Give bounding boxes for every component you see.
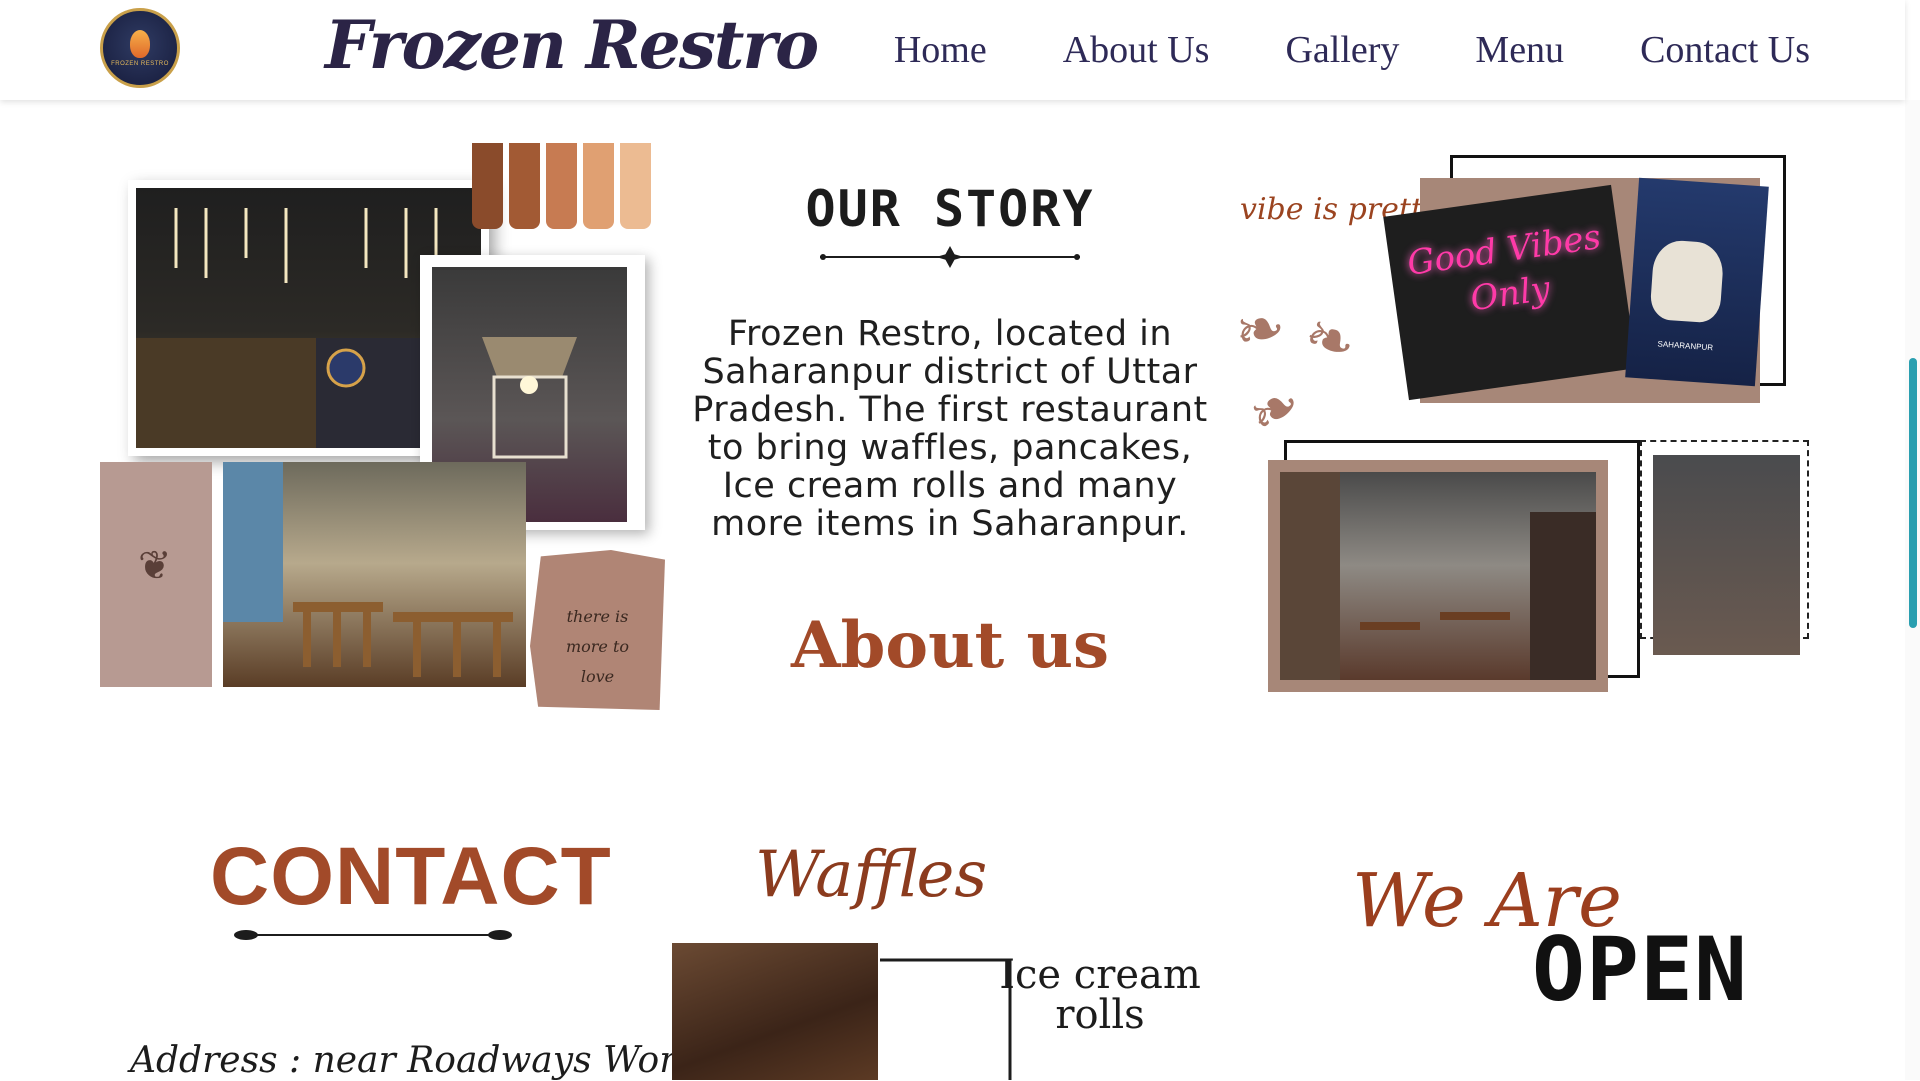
brand-title[interactable]: Frozen Restro [325,0,819,100]
about-us-heading: About us [790,608,1110,683]
swatch [620,143,651,229]
scrollbar[interactable] [1905,100,1920,1080]
logo[interactable]: FROZEN RESTRO [100,8,180,88]
note-line: more to [565,637,630,656]
nav-menu[interactable]: Menu [1475,28,1564,72]
swatch [583,143,614,229]
logo-text: FROZEN RESTRO [111,60,169,67]
dining-tables-illustration [223,462,513,677]
wings-photo: SAHARANPUR [1625,177,1769,387]
swatch [509,143,540,229]
nav-about-us[interactable]: About Us [1063,28,1210,72]
color-swatches [472,143,651,229]
nav-contact-us[interactable]: Contact Us [1640,28,1810,72]
icecream-line: Ice cream [999,952,1201,998]
butterfly-icon: ❧ [1229,293,1291,367]
contact-heading: CONTACT [210,831,612,922]
neon-sign: Good Vibes Only [1383,184,1637,401]
dining-photo [223,462,526,687]
wall-photo [1653,455,1800,655]
icecream-rolls-heading: Ice cream rolls [995,955,1205,1035]
decor-card: ❦ [100,462,212,687]
dessert-shape [1649,238,1725,324]
story-title: OUR STORY [805,180,1095,238]
story-text: Frozen Restro, located in Saharanpur dis… [692,314,1208,544]
site-header: FROZEN RESTRO Frozen Restro Home About U… [0,0,1905,100]
swatch [546,143,577,229]
our-story-section: OUR STORY Frozen Restro, located in Saha… [665,140,1235,720]
interior-collage: ❦ there is more to love [100,140,665,710]
flower-sprig-icon: ❦ [138,543,172,588]
main-nav: Home About Us Gallery Menu Contact Us [894,0,1810,100]
scroll-thumb[interactable] [1909,358,1917,628]
waffle-photo [672,943,878,1080]
note-line: there is [566,607,629,626]
love-note: there is more to love [530,550,665,710]
open-text: OPEN [1532,918,1748,1021]
nav-home[interactable]: Home [894,28,987,72]
sign-caption: SAHARANPUR [1657,339,1714,353]
interior-tables-illustration [1280,472,1596,680]
nav-gallery[interactable]: Gallery [1285,28,1399,72]
butterfly-icon: ❧ [1295,300,1366,380]
ambience-collage: vibe is pretty Good Vibes Only SAHARANPU… [1230,150,1809,710]
flame-icon [130,29,150,58]
contact-divider [234,930,512,940]
ornament-divider [820,246,1080,268]
swatch [472,143,503,229]
interior-photo [1280,472,1596,680]
waffles-heading: Waffles [755,838,988,912]
icecream-line: rolls [1055,992,1145,1038]
note-line: love [580,667,615,686]
